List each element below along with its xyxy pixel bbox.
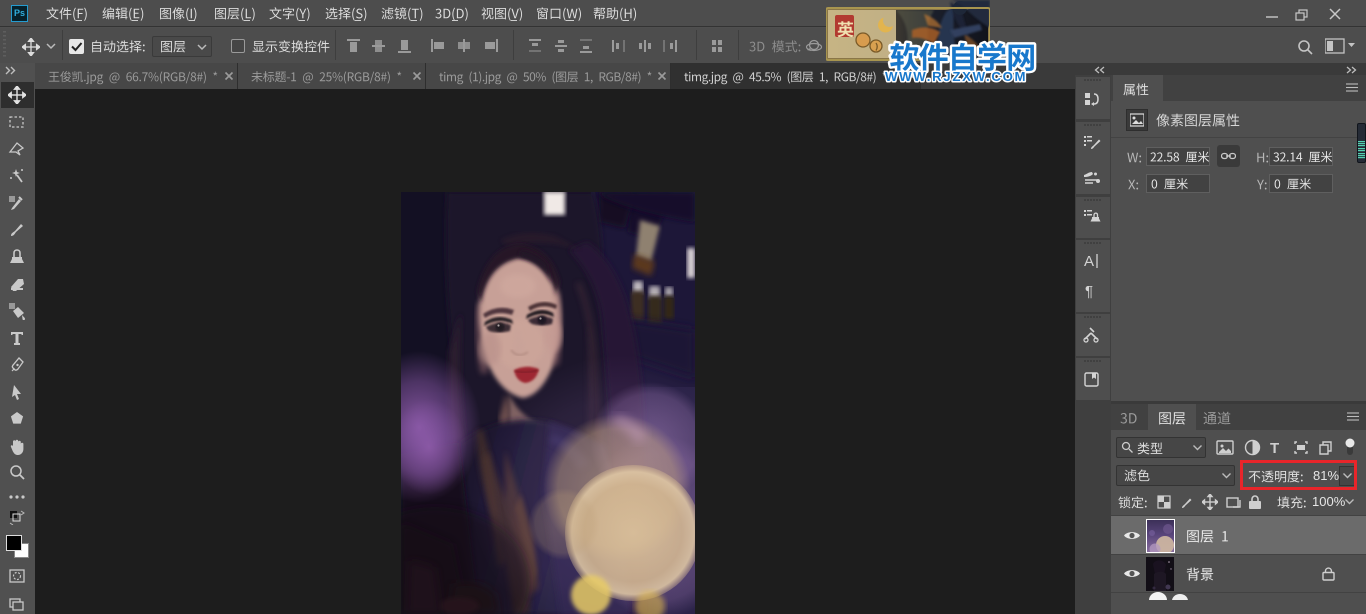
svg-text:T: T — [1270, 440, 1279, 456]
svg-text:¶: ¶ — [1085, 283, 1093, 300]
svg-text:A: A — [1084, 253, 1094, 270]
svg-text:WWW.RJZXW.COM: WWW.RJZXW.COM — [885, 69, 1027, 84]
